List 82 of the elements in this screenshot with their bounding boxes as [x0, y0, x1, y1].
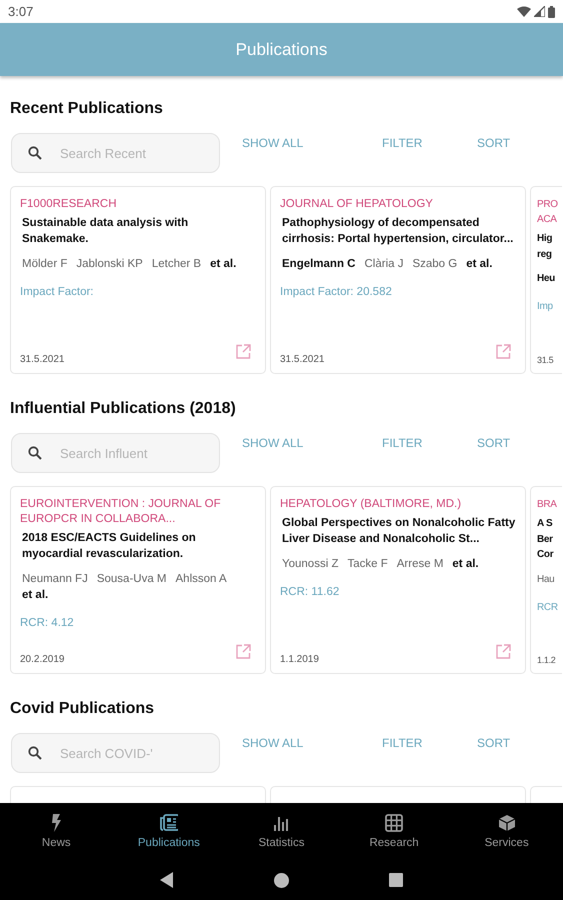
- publication-title: A S Ber Cor: [537, 517, 554, 562]
- et-al-label: et al.: [22, 588, 48, 603]
- section-title: Influential Publications (2018): [10, 400, 236, 418]
- author-name: Arrese M: [396, 557, 444, 572]
- publication-card[interactable]: HEPATOLOGY (BALTIMORE, MD.) Global Perspectives on Nonalcoholic Fatty Liver Disease and Nonalcoholic St... Younossi Z Tacke F Arrese M et al. RCR: 11.62 1.1.2019: [270, 486, 526, 674]
- publication-date: 1.1.2: [537, 655, 557, 665]
- search-field[interactable]: Search Influent: [11, 433, 220, 473]
- journal-name: F1000RESEARCH: [20, 197, 118, 212]
- author-name: Szabo G: [412, 257, 458, 272]
- publication-title: Global Perspectives on Nonalcoholic Fatty Liver Disease and Nonalcoholic St...: [281, 516, 516, 546]
- publication-date: 1.1.2019: [280, 654, 320, 665]
- search-icon: [28, 146, 42, 160]
- author-name: Hau: [537, 572, 554, 586]
- search-icon: [28, 446, 42, 460]
- author-name: Heu: [537, 272, 555, 286]
- journal-name: PRO ACA: [537, 198, 559, 227]
- section-title: Recent Publications: [10, 100, 163, 118]
- publication-title: Hig reg: [537, 232, 554, 262]
- app-title: Publications: [236, 40, 328, 60]
- publication-title: 2018 ESC/EACTS Guidelines on myocardial revascularization.: [21, 531, 197, 562]
- bar-chart-icon: [272, 814, 290, 832]
- external-link-icon[interactable]: [236, 344, 251, 359]
- signal-icon: [534, 6, 545, 17]
- author-name: Ahlsson A: [176, 572, 227, 587]
- author-name: Engelmann C: [282, 257, 356, 272]
- publication-title: Sustainable data analysis with Snakemake.: [21, 216, 190, 246]
- metric-label: Impact Factor:: [20, 286, 94, 298]
- author-name: Jablonski KP: [76, 257, 143, 272]
- status-time: 3:07: [8, 4, 34, 19]
- metric-label: Imp: [537, 301, 554, 312]
- search-input[interactable]: Search Recent: [60, 146, 170, 160]
- author-name: Letcher B: [152, 257, 202, 272]
- search-icon: [28, 746, 42, 760]
- search-input[interactable]: Search COVID-': [60, 746, 170, 760]
- et-al-label: et al.: [210, 257, 236, 272]
- search-field[interactable]: Search COVID-': [11, 733, 220, 773]
- author-name: Mölder F: [22, 257, 68, 272]
- publication-date: 31.5.2021: [20, 354, 66, 365]
- publication-card[interactable]: PRO ACA Hig reg Heu Imp 31.5: [530, 186, 562, 374]
- publication-date: 31.5.2021: [280, 354, 326, 365]
- nav-tab[interactable]: News: [0, 814, 113, 849]
- publication-date: 20.2.2019: [20, 654, 66, 665]
- journal-name: BRA: [537, 498, 558, 512]
- lightning-icon: [52, 814, 61, 832]
- newspaper-icon: [160, 814, 178, 832]
- section-title: Covid Publications: [10, 700, 154, 718]
- publication-card[interactable]: F1000RESEARCH Sustainable data analysis with Snakemake. Mölder F Jablonski KP Letcher B et al. Impact Factor: 31.5.2021: [10, 186, 266, 374]
- nav-tab[interactable]: Services: [450, 814, 563, 849]
- author-name: Neumann FJ: [22, 572, 88, 587]
- metric-label: RCR: [537, 602, 559, 612]
- publication-date: 31.5: [537, 355, 554, 365]
- journal-name: EUROINTERVENTION : JOURNAL OF EUROPCR IN COLLABORA...: [20, 497, 222, 527]
- nav-tab[interactable]: Statistics: [225, 814, 338, 849]
- publication-card[interactable]: BRA A S Ber Cor Hau RCR 1.1.2: [530, 486, 562, 674]
- external-link-icon[interactable]: [496, 644, 511, 659]
- publication-card[interactable]: EUROINTERVENTION : JOURNAL OF EUROPCR IN COLLABORA... 2018 ESC/EACTS Guidelines on myocardial revascularization. Neumann FJ Sousa-Uva M Ahlsson A et al. RCR: 4.12 20.2.2019: [10, 486, 266, 674]
- et-al-label: et al.: [452, 557, 479, 572]
- metric-label: RCR: 11.62: [280, 586, 340, 598]
- journal-name: HEPATOLOGY (BALTIMORE, MD.): [280, 497, 462, 512]
- author-name: Sousa-Uva M: [96, 572, 167, 587]
- search-input[interactable]: Search Influent: [60, 446, 170, 460]
- recents-icon[interactable]: [389, 873, 403, 887]
- nav-tab[interactable]: Research: [338, 814, 450, 849]
- metric-label: RCR: 4.12: [20, 617, 75, 629]
- journal-name: JOURNAL OF HEPATOLOGY: [280, 197, 434, 212]
- publication-card[interactable]: JOURNAL OF HEPATOLOGY Pathophysiology of decompensated cirrhosis: Portal hypertension, circulator... Engelmann C Clària J Szabo G et al. Impact Factor: 20.582 31.5.2021: [270, 186, 526, 374]
- metric-label: Impact Factor: 20.582: [280, 286, 393, 298]
- external-link-icon[interactable]: [236, 644, 251, 659]
- back-icon[interactable]: [160, 872, 174, 888]
- author-name: Clària J: [364, 257, 404, 272]
- grid-icon: [385, 814, 404, 832]
- wifi-icon: [517, 6, 531, 17]
- battery-icon: [548, 6, 555, 18]
- et-al-label: et al.: [466, 257, 492, 272]
- external-link-icon[interactable]: [496, 344, 511, 359]
- publication-title: Pathophysiology of decompensated cirrhosis: Portal hypertension, circulator...: [281, 216, 514, 246]
- nav-tab[interactable]: Publications: [112, 814, 226, 849]
- cube-icon: [498, 814, 516, 832]
- search-field[interactable]: Search Recent: [11, 133, 220, 173]
- home-icon[interactable]: [274, 872, 289, 888]
- author-name: Younossi Z: [282, 557, 338, 572]
- author-name: Tacke F: [347, 557, 388, 572]
